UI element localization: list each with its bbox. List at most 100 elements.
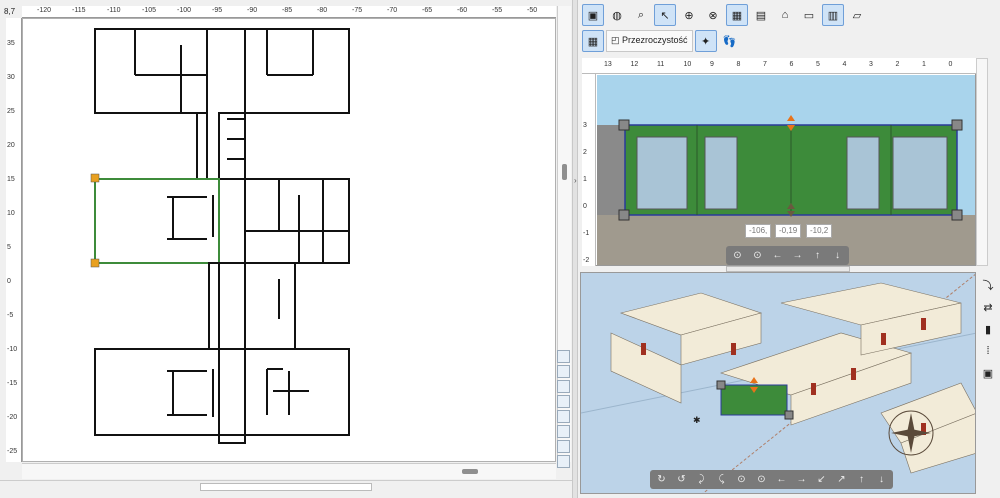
coord-z-field[interactable]: -10,2 (806, 224, 833, 238)
ruler-y-label: 10 (7, 210, 15, 217)
zoom-icon[interactable]: ⌕ (630, 4, 652, 26)
floor-plan-canvas[interactable] (22, 18, 556, 462)
camera-icon[interactable]: ▣ (977, 362, 999, 384)
3d-view[interactable]: ✱ (580, 272, 976, 494)
ruler-x-label: -55 (492, 7, 503, 14)
plan-handle-bottom[interactable] (90, 258, 100, 268)
elevation-ruler-y-label: 2 (583, 149, 587, 156)
plan-handle-top[interactable] (90, 173, 100, 183)
plan-horizontal-scrollbar[interactable] (22, 463, 556, 479)
elevation-ruler-x-label: 11 (657, 61, 665, 68)
3d-nav-button-4[interactable]: ⊙ (732, 472, 751, 487)
elevation-scrollbar[interactable] (976, 58, 988, 266)
3d-side-toolbar: ⤵ ⇄ ▮ ⁞ ▣ (977, 274, 999, 394)
ruler-x-label: -100 (177, 7, 192, 14)
ruler-x-label: -70 (387, 7, 398, 14)
ruler-x-label: -80 (317, 7, 328, 14)
second-toolbar: ▦ ◰ Przezroczystość ✦ 👣 (582, 30, 741, 52)
elevation-ruler-x-label: 12 (630, 61, 639, 68)
elevation-nav-button-2[interactable]: ← (768, 248, 787, 263)
3d-nav-button-11[interactable]: ↓ (872, 472, 891, 487)
elevation-ruler-y-label: -1 (583, 230, 590, 237)
print-icon[interactable] (557, 455, 570, 468)
ruler-y-label: 30 (7, 74, 15, 81)
elevation-nav-button-4[interactable]: ↑ (808, 248, 827, 263)
elevation-ruler-y-label: 3 (583, 122, 587, 129)
elevation-ruler-x-label: 9 (710, 61, 714, 68)
glass-icon[interactable]: ▱ (846, 4, 868, 26)
splitter-arrow-icon[interactable]: › (574, 176, 577, 185)
window-icon[interactable]: ▤ (750, 4, 772, 26)
3d-nav-button-1[interactable]: ↺ (672, 472, 691, 487)
hscroll-thumb[interactable] (462, 469, 478, 474)
ruler-y-label: 20 (7, 142, 15, 149)
elevation-nav-button-0[interactable]: ⊙ (728, 248, 747, 263)
3d-nav-button-7[interactable]: → (792, 472, 811, 487)
coord-y-field[interactable]: -0,19 (775, 224, 802, 238)
elevation-ruler-x-label: 2 (895, 61, 900, 68)
elevation-nav-button-3[interactable]: → (788, 248, 807, 263)
layers-icon[interactable] (557, 350, 570, 363)
measure-icon[interactable] (557, 395, 570, 408)
compass-icon[interactable]: ✦ (694, 30, 717, 52)
elevation-nav-button-5[interactable]: ↓ (828, 248, 847, 263)
vscroll-thumb[interactable] (562, 164, 567, 180)
wall-icon[interactable]: ▦ (726, 4, 748, 26)
ruler-y-label: 5 (7, 244, 11, 251)
elevation-nav-button-1[interactable]: ⊙ (748, 248, 767, 263)
remove-node-icon[interactable]: ⊗ (702, 4, 724, 26)
elevation-ruler-x-label: 6 (789, 61, 794, 68)
elevation-ruler-x-label: 0 (948, 61, 953, 68)
list-icon[interactable] (557, 440, 570, 453)
svg-text:✱: ✱ (693, 415, 701, 425)
select-icon[interactable]: ↖ (654, 4, 676, 26)
elevation-ruler-x-label: 10 (683, 61, 692, 68)
ruler-y-label: 15 (7, 176, 15, 183)
3d-nav-button-10[interactable]: ↑ (852, 472, 871, 487)
zoom-icon[interactable] (557, 425, 570, 438)
grid-dots-icon[interactable]: ⁞ (977, 340, 999, 362)
floor-icon[interactable]: ▭ (798, 4, 820, 26)
texture-icon[interactable]: ◍ (606, 4, 628, 26)
elevation-ruler-y-label: 0 (583, 203, 587, 210)
3d-nav-button-2[interactable]: ⤸ (692, 472, 711, 487)
stair-icon[interactable]: ▥ (822, 4, 844, 26)
elevation-ruler-left: 3 2 1 0 -1 -2 (582, 74, 596, 266)
add-node-icon[interactable]: ⊕ (678, 4, 700, 26)
3d-nav-button-3[interactable]: ⤹ (712, 472, 731, 487)
ruler-x-label: -60 (457, 7, 468, 14)
walk-icon[interactable]: 👣 (719, 30, 741, 52)
grid-icon[interactable] (557, 365, 570, 378)
cut-icon[interactable]: ⤵ (977, 274, 999, 296)
ruler-x-label: -105 (142, 7, 157, 14)
3d-nav-button-6[interactable]: ← (772, 472, 791, 487)
ruler-y-label: -10 (7, 346, 18, 353)
properties-icon[interactable] (557, 410, 570, 423)
ruler-x-label: -75 (352, 7, 363, 14)
ruler-x-label: -95 (212, 7, 223, 14)
elevation-view-icon[interactable]: ▦ (582, 30, 604, 52)
plan-ruler-left: 35 30 25 20 15 10 5 0 -5 -10 -15 -20 -25 (6, 18, 22, 462)
3d-nav-button-8[interactable]: ↙ (812, 472, 831, 487)
plan-ruler-top: -120 -115 -110 -105 -100 -95 -90 -85 -80 -75 -70 -6… (22, 6, 556, 18)
transparency-button[interactable]: ◰ Przezroczystość (606, 30, 693, 52)
zoom-slider[interactable] (200, 483, 372, 491)
3d-building-render: ✱ (581, 273, 975, 493)
ruler-y-label: -25 (7, 448, 18, 455)
3d-nav-button-5[interactable]: ⊙ (752, 472, 771, 487)
3d-nav-button-9[interactable]: ↗ (832, 472, 851, 487)
elevation-ruler-top: 13 12 11 10 9 8 7 6 5 4 3 2 1 0 (582, 58, 976, 74)
elevation-nav-bar: ⊙ ⊙ ← → ↑ ↓ (726, 246, 849, 265)
elevation-ruler-y-label: -2 (583, 257, 590, 264)
3d-nav-button-0[interactable]: ↻ (652, 472, 671, 487)
coord-x-field[interactable]: -106, (745, 224, 772, 238)
wall-section-icon[interactable]: ▮ (977, 318, 999, 340)
roof-icon[interactable]: ⌂ (774, 4, 796, 26)
render-icon[interactable]: ▣ (582, 4, 604, 26)
transparency-icon: ◰ (611, 35, 620, 45)
ruler-y-label: 25 (7, 108, 15, 115)
section-icon[interactable]: ⇄ (977, 296, 999, 318)
plan-side-toolbar (557, 350, 571, 480)
3d-nav-bar: ↻ ↺ ⤸ ⤹ ⊙ ⊙ ← → ↙ ↗ ↑ ↓ (650, 470, 893, 489)
snap-icon[interactable] (557, 380, 570, 393)
